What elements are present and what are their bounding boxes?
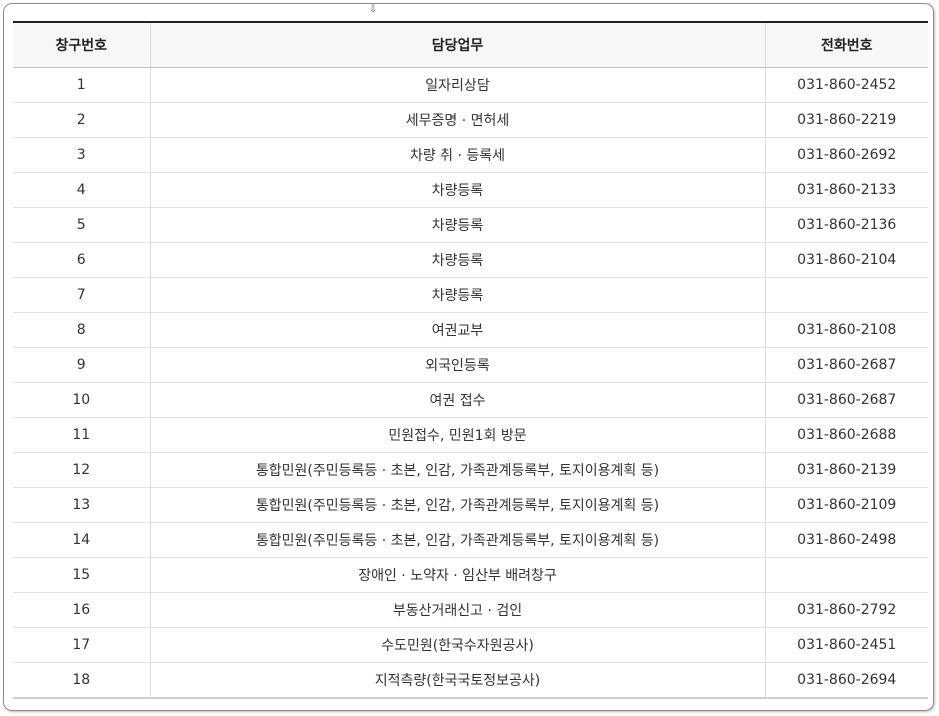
table-row: 5 차량등록 031-860-2136: [13, 207, 928, 243]
window-number-cell: 7: [13, 277, 151, 313]
duty-cell: 장애인 · 노약자 · 임산부 배려창구: [150, 557, 766, 593]
phone-cell: 031-860-2108: [765, 312, 928, 348]
table-row: 8 여권교부 031-860-2108: [13, 312, 928, 348]
phone-cell: 031-860-2133: [765, 172, 928, 208]
header-phone: 전화번호: [765, 22, 928, 68]
table-row: 2 세무증명 · 면허세 031-860-2219: [13, 102, 928, 138]
phone-cell: 031-860-2452: [765, 67, 928, 103]
window-number-cell: 9: [13, 347, 151, 383]
table-row: 15 장애인 · 노약자 · 임산부 배려창구: [13, 557, 928, 593]
phone-cell: 031-860-2688: [765, 417, 928, 453]
window-number-cell: 12: [13, 452, 151, 488]
phone-cell: 031-860-2104: [765, 242, 928, 278]
window-number-cell: 11: [13, 417, 151, 453]
window-number-cell: 10: [13, 382, 151, 418]
duty-cell: 수도민원(한국수자원공사): [150, 627, 766, 663]
table-row: 13 통합민원(주민등록등 · 초본, 인감, 가족관계등록부, 토지이용계획 등…: [13, 487, 928, 523]
phone-cell: 031-860-2692: [765, 137, 928, 173]
duty-cell: 여권 접수: [150, 382, 766, 418]
window-number-cell: 18: [13, 662, 151, 699]
window-number-cell: 13: [13, 487, 151, 523]
duty-cell: 통합민원(주민등록등 · 초본, 인감, 가족관계등록부, 토지이용계획 등): [150, 452, 766, 488]
window-number-cell: 5: [13, 207, 151, 243]
phone-cell: 031-860-2687: [765, 347, 928, 383]
table-row: 14 통합민원(주민등록등 · 초본, 인감, 가족관계등록부, 토지이용계획 등…: [13, 522, 928, 558]
table-row: 4 차량등록 031-860-2133: [13, 172, 928, 208]
duty-cell: 여권교부: [150, 312, 766, 348]
phone-cell: 031-860-2687: [765, 382, 928, 418]
duty-cell: 차량등록: [150, 172, 766, 208]
phone-cell: 031-860-2136: [765, 207, 928, 243]
phone-cell: [765, 557, 928, 593]
table-row: 16 부동산거래신고 · 검인 031-860-2792: [13, 592, 928, 628]
window-number-cell: 2: [13, 102, 151, 138]
phone-cell: 031-860-2498: [765, 522, 928, 558]
window-number-cell: 3: [13, 137, 151, 173]
table-row: 9 외국인등록 031-860-2687: [13, 347, 928, 383]
phone-cell: [765, 277, 928, 313]
table-row: 10 여권 접수 031-860-2687: [13, 382, 928, 418]
duty-cell: 일자리상담: [150, 67, 766, 103]
duty-cell: 통합민원(주민등록등 · 초본, 인감, 가족관계등록부, 토지이용계획 등): [150, 487, 766, 523]
duty-cell: 차량등록: [150, 277, 766, 313]
window-number-cell: 8: [13, 312, 151, 348]
window-number-cell: 17: [13, 627, 151, 663]
phone-cell: 031-860-2694: [765, 662, 928, 699]
drag-arrow-icon[interactable]: ⇩: [367, 4, 379, 16]
window-number-cell: 6: [13, 242, 151, 278]
duty-cell: 차량 취 · 등록세: [150, 137, 766, 173]
service-window-table: 창구번호 담당업무 전화번호 1 일자리상담 031-860-2452 2 세무증명 ·…: [13, 21, 928, 699]
window-number-cell: 1: [13, 67, 151, 103]
table-row: 7 차량등록: [13, 277, 928, 313]
phone-cell: 031-860-2219: [765, 102, 928, 138]
table-row: 6 차량등록 031-860-2104: [13, 242, 928, 278]
window-number-cell: 4: [13, 172, 151, 208]
table-row: 11 민원접수, 민원1회 방문 031-860-2688: [13, 417, 928, 453]
duty-cell: 부동산거래신고 · 검인: [150, 592, 766, 628]
phone-cell: 031-860-2109: [765, 487, 928, 523]
table-header-row: 창구번호 담당업무 전화번호: [13, 22, 928, 68]
window-number-cell: 14: [13, 522, 151, 558]
table-row: 12 통합민원(주민등록등 · 초본, 인감, 가족관계등록부, 토지이용계획 등…: [13, 452, 928, 488]
table-row: 17 수도민원(한국수자원공사) 031-860-2451: [13, 627, 928, 663]
duty-cell: 세무증명 · 면허세: [150, 102, 766, 138]
duty-cell: 통합민원(주민등록등 · 초본, 인감, 가족관계등록부, 토지이용계획 등): [150, 522, 766, 558]
phone-cell: 031-860-2139: [765, 452, 928, 488]
phone-cell: 031-860-2792: [765, 592, 928, 628]
header-duty: 담당업무: [150, 22, 766, 68]
duty-cell: 차량등록: [150, 207, 766, 243]
table-row: 18 지적측량(한국국토정보공사) 031-860-2694: [13, 662, 928, 699]
duty-cell: 외국인등록: [150, 347, 766, 383]
service-window-table-container: 창구번호 담당업무 전화번호 1 일자리상담 031-860-2452 2 세무증명 ·…: [13, 21, 928, 699]
header-window-number: 창구번호: [13, 22, 151, 68]
window-number-cell: 15: [13, 557, 151, 593]
window-number-cell: 16: [13, 592, 151, 628]
duty-cell: 지적측량(한국국토정보공사): [150, 662, 766, 699]
table-row: 3 차량 취 · 등록세 031-860-2692: [13, 137, 928, 173]
table-row: 1 일자리상담 031-860-2452: [13, 67, 928, 103]
phone-cell: 031-860-2451: [765, 627, 928, 663]
duty-cell: 차량등록: [150, 242, 766, 278]
duty-cell: 민원접수, 민원1회 방문: [150, 417, 766, 453]
